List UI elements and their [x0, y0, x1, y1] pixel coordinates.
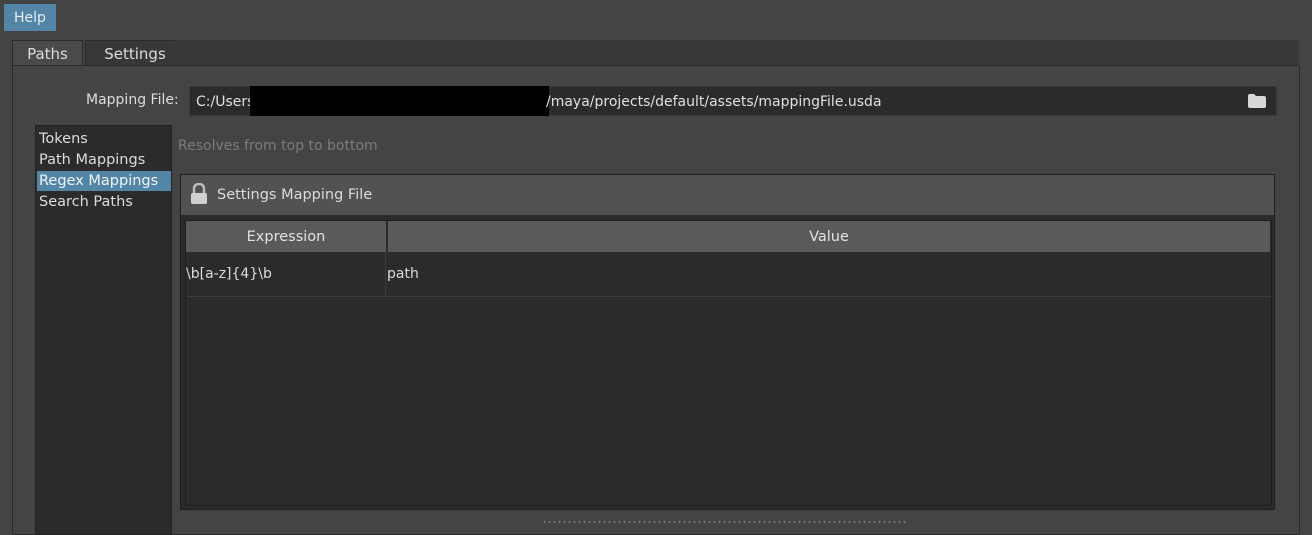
resolve-order-hint: Resolves from top to bottom: [178, 138, 378, 154]
mapping-path-prefix: C:/Users: [196, 94, 255, 110]
mapping-file-field[interactable]: C:/Users /maya/projects/default/assets/m…: [189, 86, 1277, 116]
regex-mapping-table: Expression Value \b[a-z]{4}\b path: [185, 220, 1272, 506]
category-list: Tokens Path Mappings Regex Mappings Sear…: [35, 125, 172, 535]
lock-icon: [191, 183, 207, 204]
group-header: Settings Mapping File: [181, 175, 1274, 215]
settings-mapping-group: Settings Mapping File Expression Value \…: [180, 174, 1275, 510]
tab-strip-background: [174, 40, 1299, 66]
tab-settings[interactable]: Settings: [85, 40, 185, 66]
splitter-handle[interactable]: [542, 520, 907, 524]
redaction-block: [250, 86, 549, 116]
sidebar-item-path-mappings[interactable]: Path Mappings: [37, 150, 171, 170]
tab-paths[interactable]: Paths: [12, 40, 83, 66]
column-header-value[interactable]: Value: [388, 221, 1271, 252]
menu-help[interactable]: Help: [4, 4, 56, 31]
column-header-expression[interactable]: Expression: [186, 221, 387, 252]
mapping-path-suffix: /maya/projects/default/assets/mappingFil…: [546, 94, 882, 110]
table-row[interactable]: \b[a-z]{4}\b path: [186, 253, 1271, 297]
menu-bar: Help: [0, 0, 1312, 36]
mapping-file-label: Mapping File:: [86, 92, 179, 108]
group-title: Settings Mapping File: [217, 187, 373, 203]
sidebar-item-tokens[interactable]: Tokens: [37, 129, 171, 149]
cell-value[interactable]: path: [387, 266, 419, 282]
sidebar-item-regex-mappings[interactable]: Regex Mappings: [37, 171, 171, 191]
sidebar-item-search-paths[interactable]: Search Paths: [37, 192, 171, 212]
cell-expression[interactable]: \b[a-z]{4}\b: [186, 266, 272, 282]
folder-icon[interactable]: [1248, 94, 1266, 108]
row-divider: [385, 253, 386, 296]
